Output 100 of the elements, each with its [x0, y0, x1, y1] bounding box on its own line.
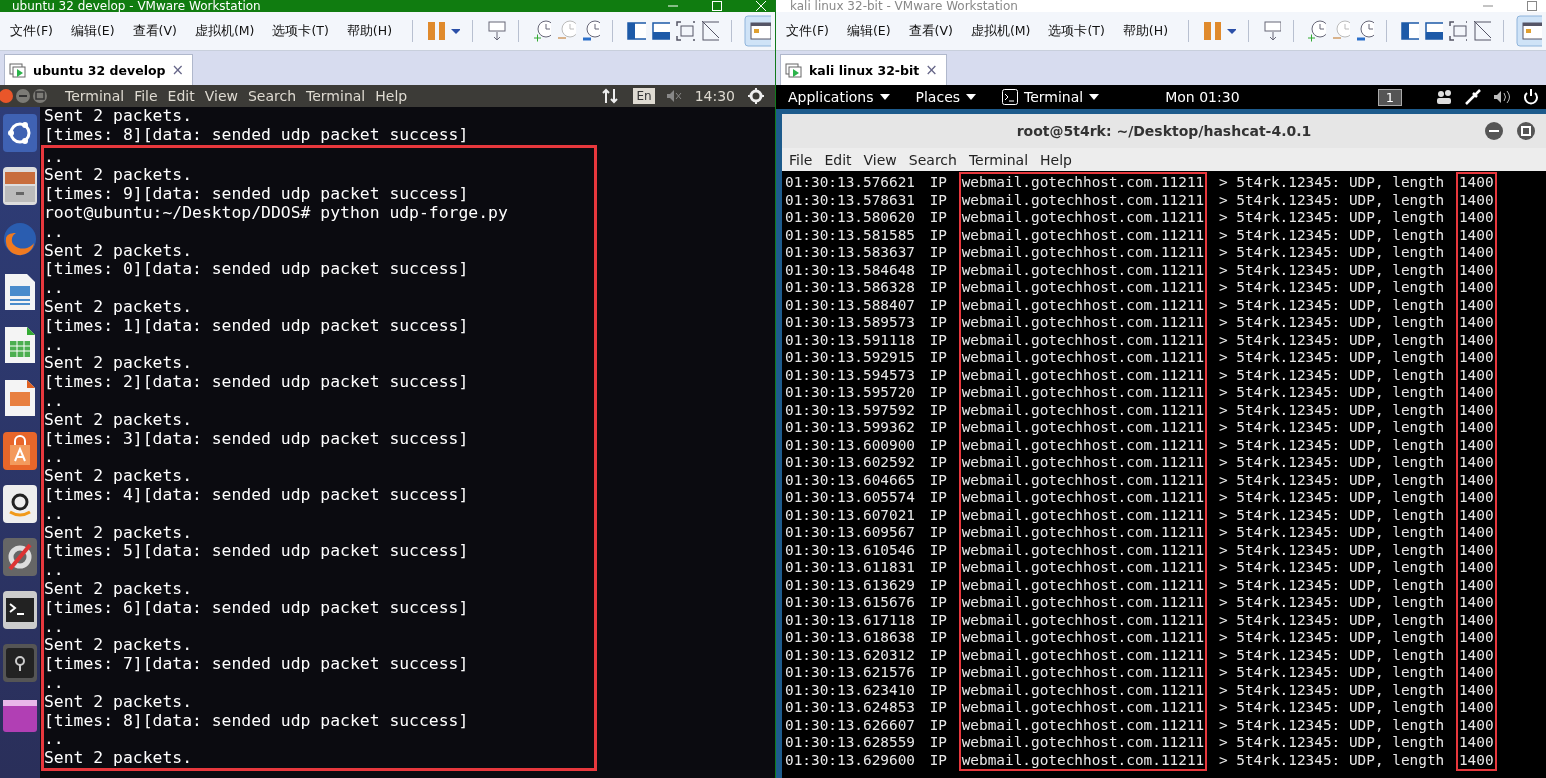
protocol-label: IP: [929, 699, 947, 717]
tab-close-button[interactable]: ×: [171, 61, 185, 79]
minimize-icon[interactable]: [1484, 121, 1504, 141]
menu-item[interactable]: 选项卡(T): [1042, 22, 1113, 40]
fullscreen-icon[interactable]: [1446, 18, 1467, 44]
protocol-label: IP: [929, 751, 947, 769]
packet-time: 01:30:13.620312: [785, 646, 915, 664]
vm-icon: [785, 61, 803, 79]
caret-icon: [966, 93, 977, 101]
protocol-label: IP: [929, 331, 947, 349]
thumbnail-view-icon[interactable]: [744, 15, 772, 47]
protocol-label: IP: [929, 541, 947, 559]
packet-time: 01:30:13.628559: [785, 734, 915, 752]
packet-time: 01:30:13.629600: [785, 751, 915, 769]
vm-tab[interactable]: kali linux 32-bit ×: [780, 54, 947, 85]
menu-item[interactable]: View: [199, 88, 243, 104]
menu-item[interactable]: Search: [903, 151, 962, 168]
packet-time: 01:30:13.578631: [785, 191, 915, 209]
protocol-label: IP: [929, 681, 947, 699]
menu-item[interactable]: 编辑(E): [64, 22, 123, 40]
source-host: webmail.gotechhost.com.11211: [961, 524, 1205, 542]
protocol-label: IP: [929, 349, 947, 367]
people-icon[interactable]: [1434, 88, 1454, 106]
app-name[interactable]: Terminal: [60, 88, 130, 104]
source-host: webmail.gotechhost.com.11211: [961, 314, 1205, 332]
menu-item[interactable]: Terminal: [963, 151, 1034, 168]
packet-length: 1400: [1458, 209, 1494, 227]
menu-item[interactable]: 文件(F): [4, 22, 61, 40]
menu-item[interactable]: 帮助(H): [1116, 22, 1176, 40]
source-host: webmail.gotechhost.com.11211: [961, 384, 1205, 402]
fullscreen-icon[interactable]: [674, 18, 695, 44]
protocol-label: IP: [929, 471, 947, 489]
terminal-line: Sent 2 packets.: [44, 354, 194, 374]
workspace-indicator[interactable]: 1: [1377, 88, 1402, 106]
destination-info: > 5t4rk.12345: UDP, length: [1218, 489, 1445, 507]
packet-time: 01:30:13.602592: [785, 454, 915, 472]
packet-time: 01:30:13.617118: [785, 611, 915, 629]
protocol-label: IP: [929, 524, 947, 542]
file-cabinet-icon[interactable]: [2, 166, 38, 206]
tab-close-button[interactable]: ×: [925, 61, 938, 79]
destination-info: > 5t4rk.12345: UDP, length: [1218, 594, 1445, 612]
menu-item[interactable]: Terminal: [301, 88, 371, 104]
menu-item[interactable]: Edit: [819, 151, 857, 168]
presentation-icon[interactable]: [2, 378, 38, 418]
destination-info: > 5t4rk.12345: UDP, length: [1218, 174, 1445, 192]
panel-menu[interactable]: Places: [915, 89, 977, 105]
menu-item[interactable]: 查看(V): [902, 22, 961, 40]
menu-item[interactable]: Help: [370, 88, 413, 104]
menu-item[interactable]: 查看(V): [126, 22, 185, 40]
menu-item[interactable]: View: [858, 151, 902, 168]
close-icon[interactable]: [755, 1, 767, 11]
maximize-icon[interactable]: [1526, 1, 1538, 11]
menu-item[interactable]: Help: [1035, 151, 1077, 168]
menu-item[interactable]: Search: [242, 88, 302, 104]
clock[interactable]: 14:30: [694, 88, 735, 104]
menu-item[interactable]: 文件(F): [780, 22, 837, 40]
shopping-bag-icon[interactable]: [2, 431, 38, 471]
power-icon[interactable]: [1522, 88, 1540, 106]
source-host: webmail.gotechhost.com.11211: [961, 454, 1205, 472]
source-host: webmail.gotechhost.com.11211: [961, 489, 1205, 507]
packet-time: 01:30:13.623410: [785, 681, 915, 699]
source-host: webmail.gotechhost.com.11211: [961, 541, 1205, 559]
maximize-icon[interactable]: [1516, 121, 1536, 141]
packet-time: 01:30:13.626607: [785, 716, 915, 734]
spreadsheet-icon[interactable]: [2, 325, 38, 365]
thumbnail-view-icon[interactable]: [1515, 15, 1543, 47]
menu-item[interactable]: 虚拟机(M): [188, 22, 263, 40]
panel-menu[interactable]: Terminal: [1002, 89, 1100, 105]
source-host: webmail.gotechhost.com.11211: [961, 366, 1205, 384]
menu-item[interactable]: File: [129, 88, 163, 104]
destination-info: > 5t4rk.12345: UDP, length: [1218, 716, 1445, 734]
menu-item[interactable]: 编辑(E): [840, 22, 899, 40]
snapshot-icon[interactable]: [1305, 18, 1326, 44]
protocol-label: IP: [929, 209, 947, 227]
ubuntu-logo-icon[interactable]: [2, 113, 38, 153]
terminal-line: ..: [44, 279, 65, 298]
menu-item[interactable]: Edit: [162, 88, 200, 104]
protocol-label: IP: [929, 314, 947, 332]
protocol-label: IP: [929, 734, 947, 752]
menu-item[interactable]: 选项卡(T): [266, 22, 337, 40]
packet-length: 1400: [1458, 384, 1494, 402]
text-document-icon[interactable]: [2, 272, 38, 312]
menu-label: Terminal: [1024, 89, 1084, 105]
menu-item[interactable]: 帮助(H): [340, 22, 400, 40]
terminal-line: Sent 2 packets.: [44, 241, 194, 261]
input-method-indicator[interactable]: En: [633, 88, 655, 104]
terminal-line: Sent 2 packets.: [44, 523, 194, 543]
terminal-line: Sent 2 packets.: [44, 297, 194, 317]
terminal-icon[interactable]: [2, 590, 38, 630]
menu-item[interactable]: 虚拟机(M): [964, 22, 1039, 40]
clock[interactable]: Mon 01:30: [1165, 89, 1240, 105]
panel-menu[interactable]: Applications: [788, 89, 890, 105]
vm-tab[interactable]: ubuntu 32 develop ×: [4, 54, 194, 85]
settings-icon[interactable]: [747, 87, 765, 105]
volume-icon[interactable]: [1492, 88, 1512, 106]
packet-length: 1400: [1458, 611, 1494, 629]
protocol-label: IP: [929, 191, 947, 209]
packet-time: 01:30:13.584648: [785, 261, 915, 279]
menu-item[interactable]: File: [784, 151, 818, 168]
protocol-label: IP: [929, 419, 947, 437]
